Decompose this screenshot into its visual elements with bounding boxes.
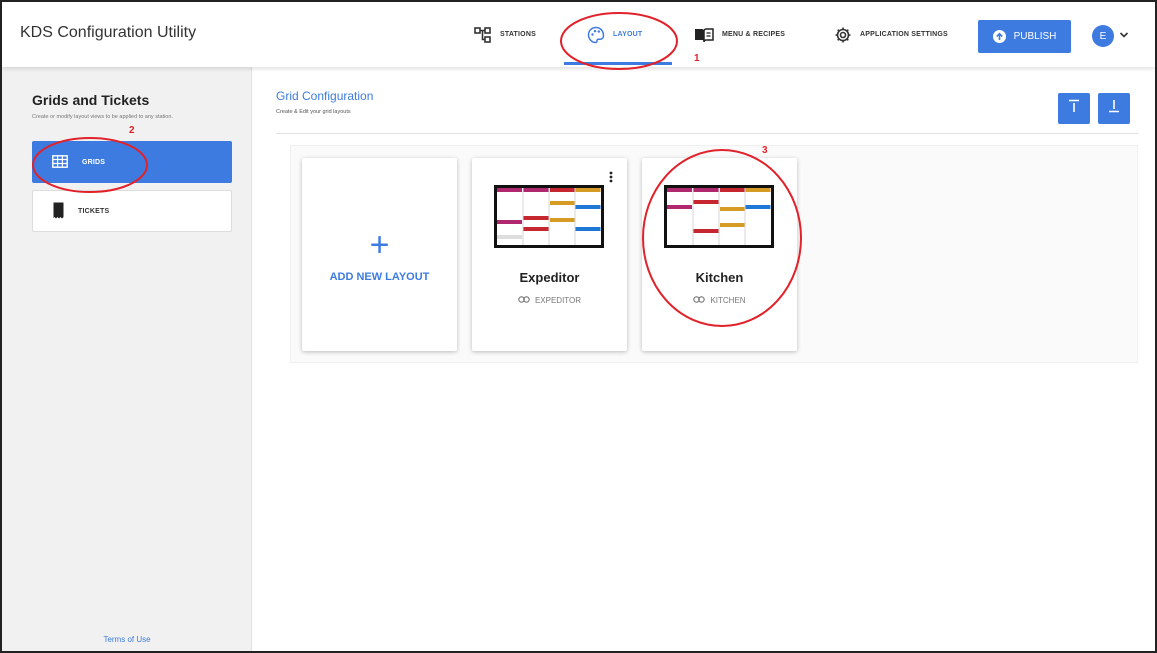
link-icon — [518, 296, 530, 305]
align-top-icon — [1068, 99, 1080, 118]
user-avatar[interactable]: E — [1092, 25, 1114, 47]
plus-icon: + — [369, 226, 390, 264]
annotation-number-1: 1 — [694, 53, 700, 64]
app-title: KDS Configuration Utility — [20, 24, 197, 41]
grid-icon — [52, 154, 68, 170]
active-tab-indicator — [564, 62, 672, 65]
align-bottom-icon — [1108, 99, 1120, 118]
layout-card-kitchen[interactable]: Kitchen KITCHEN — [642, 158, 797, 351]
publish-label: PUBLISH — [1013, 31, 1057, 42]
nav-tab-stations[interactable]: STATIONS — [474, 2, 536, 67]
add-new-layout-card[interactable]: + ADD NEW LAYOUT — [302, 158, 457, 351]
terms-of-use-link[interactable]: Terms of Use — [2, 635, 252, 644]
upload-button[interactable] — [1058, 93, 1090, 124]
sidebar-item-grids-label: GRIDS — [82, 158, 106, 166]
nav-tab-application-settings-label: APPLICATION SETTINGS — [860, 31, 948, 38]
page-subtitle: Create & Edit your grid layouts — [276, 109, 351, 115]
sidebar-item-tickets-label: TICKETS — [78, 207, 110, 215]
sidebar-title: Grids and Tickets — [32, 92, 150, 108]
book-icon — [694, 27, 714, 43]
ticket-icon — [53, 202, 64, 221]
top-bar: KDS Configuration Utility STATIONS LAYOU… — [2, 2, 1155, 67]
nav-tab-menu-recipes-label: MENU & RECIPES — [722, 31, 786, 38]
nav-tab-application-settings[interactable]: APPLICATION SETTINGS — [834, 2, 948, 67]
layout-tag-label: EXPEDITOR — [534, 296, 582, 305]
gear-icon — [834, 26, 852, 44]
annotation-number-2: 2 — [129, 125, 135, 136]
link-icon — [693, 296, 706, 305]
layout-card-expeditor[interactable]: Expeditor EXPEDITOR — [472, 158, 627, 351]
download-button[interactable] — [1098, 93, 1130, 124]
nav-tab-layout-label: LAYOUT — [613, 31, 643, 38]
upload-arrow-icon — [992, 30, 1006, 43]
publish-button[interactable]: PUBLISH — [978, 20, 1071, 53]
annotation-number-3: 3 — [762, 145, 768, 156]
chevron-down-icon[interactable] — [1119, 26, 1129, 44]
divider — [276, 133, 1138, 134]
layout-name: Expeditor — [519, 270, 580, 285]
sidebar: Grids and Tickets Create or modify layou… — [2, 67, 252, 651]
app-window: KDS Configuration Utility STATIONS LAYOU… — [0, 0, 1157, 653]
nav-tab-layout[interactable]: LAYOUT — [587, 2, 642, 67]
sidebar-item-grids[interactable]: GRIDS — [32, 141, 232, 183]
nav-tab-stations-label: STATIONS — [500, 31, 536, 38]
layout-thumbnail — [494, 185, 604, 248]
stations-icon — [474, 26, 492, 43]
layout-tag-label: KITCHEN — [710, 296, 746, 305]
layout-thumbnail — [664, 185, 774, 248]
sidebar-subtitle: Create or modify layout views to be appl… — [32, 114, 173, 120]
sidebar-item-tickets[interactable]: TICKETS — [32, 190, 232, 232]
palette-icon — [587, 26, 605, 44]
nav-tab-menu-recipes[interactable]: MENU & RECIPES — [694, 2, 785, 67]
more-options-icon[interactable] — [609, 170, 613, 188]
add-new-layout-label: ADD NEW LAYOUT — [329, 271, 430, 283]
page-title: Grid Configuration — [276, 89, 374, 103]
layout-tag: KITCHEN — [642, 296, 797, 305]
layout-name: Kitchen — [695, 270, 744, 285]
layout-tag: EXPEDITOR — [472, 296, 627, 305]
